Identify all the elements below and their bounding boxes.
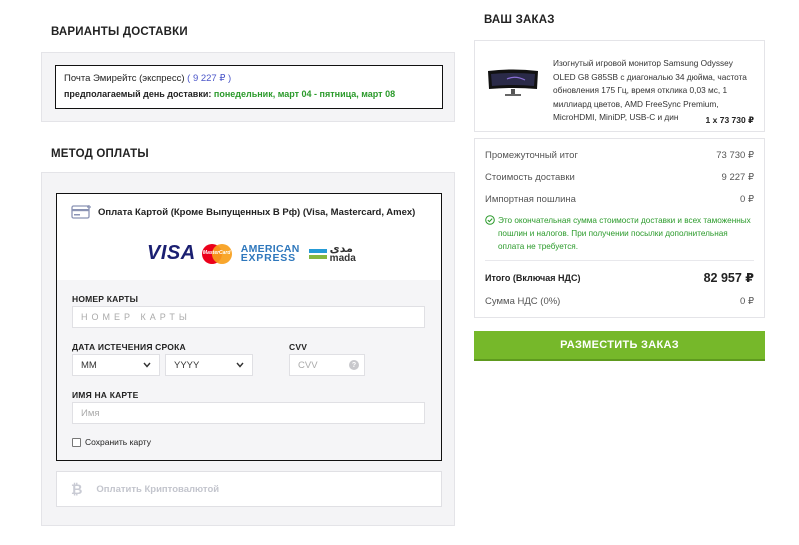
crypto-payment-option[interactable]: ₿ Оплатить Криптовалютой [56, 471, 442, 507]
subtotal-row: Промежуточный итог 73 730 ₽ [485, 150, 754, 161]
customs-notice: Это окончательная сумма стоимости достав… [485, 214, 754, 253]
duty-label: Импортная пошлина [485, 194, 576, 205]
expiry-year-select[interactable]: YYYY [165, 354, 253, 376]
bitcoin-icon: ₿ [71, 481, 83, 497]
vat-value: 0 ₽ [740, 296, 754, 307]
crypto-label: Оплатить Криптовалютой [96, 483, 220, 495]
total-row: Итого (Включая НДС) 82 957 ₽ [485, 270, 754, 285]
delivery-date-value: понедельник, март 04 - пятница, март 08 [213, 89, 396, 99]
card-option-header: Оплата Картой (Кроме Выпущенных В Рф) (V… [57, 194, 441, 280]
delivery-date-label: предполагаемый день доставки: [64, 89, 212, 99]
card-number-label: НОМЕР КАРТЫ [72, 294, 139, 304]
duty-row: Импортная пошлина 0 ₽ [485, 194, 754, 205]
mada-logo: مدى mada [308, 243, 356, 263]
product-qty-price: 1 x 73 730 ₽ [705, 115, 754, 125]
card-option-label: Оплата Картой (Кроме Выпущенных В Рф) (V… [98, 207, 416, 218]
order-product-card: Изогнутый игровой монитор Samsung Odysse… [474, 40, 765, 132]
cvv-input[interactable]: CVV ? [289, 354, 365, 376]
payment-logos: VISA MasterCard AMERICAN EXPRESS مدى mad… [147, 242, 356, 265]
shipping-value: 9 227 ₽ [721, 172, 754, 183]
customs-notice-text: Это окончательная сумма стоимости достав… [498, 216, 751, 251]
total-value: 82 957 ₽ [703, 271, 754, 285]
duty-value: 0 ₽ [740, 194, 754, 205]
card-name-input[interactable]: Имя [72, 402, 425, 424]
expiry-label: ДАТА ИСТЕЧЕНИЯ СРОКА [72, 342, 186, 352]
vat-label: Сумма НДС (0%) [485, 296, 561, 307]
save-card-row[interactable]: Сохранить карту [72, 437, 151, 447]
subtotal-label: Промежуточный итог [485, 150, 578, 161]
visa-logo: VISA [147, 242, 196, 264]
card-payment-option[interactable]: Оплата Картой (Кроме Выпущенных В Рф) (V… [56, 193, 442, 461]
delivery-heading: ВАРИАНТЫ ДОСТАВКИ [51, 26, 188, 38]
chevron-down-icon [143, 360, 151, 371]
chevron-down-icon [236, 360, 244, 371]
product-image[interactable] [485, 67, 541, 97]
delivery-date-line: предполагаемый день доставки: понедельни… [64, 89, 442, 99]
payment-panel: Оплата Картой (Кроме Выпущенных В Рф) (V… [41, 172, 455, 526]
card-number-input[interactable]: НОМЕР КАРТЫ [72, 306, 425, 328]
mastercard-logo: MasterCard [201, 243, 232, 264]
shipping-row: Стоимость доставки 9 227 ₽ [485, 172, 754, 183]
vat-row: Сумма НДС (0%) 0 ₽ [485, 296, 754, 307]
delivery-option[interactable]: Почта Эмирейтс (экспресс) ( 9 227 ₽ ) пр… [55, 65, 443, 109]
order-summary-card: Промежуточный итог 73 730 ₽ Стоимость до… [474, 138, 765, 318]
payment-heading: МЕТОД ОПЛАТЫ [51, 148, 149, 160]
delivery-option-name: Почта Эмирейтс (экспресс) [64, 73, 185, 84]
cvv-label: CVV [289, 342, 308, 352]
expiry-month-select[interactable]: MM [72, 354, 160, 376]
checkmark-circle-icon [485, 215, 495, 253]
total-label: Итого (Включая НДС) [485, 272, 581, 283]
amex-logo: AMERICAN EXPRESS [240, 242, 300, 264]
help-icon[interactable]: ? [349, 360, 359, 370]
card-form: НОМЕР КАРТЫ НОМЕР КАРТЫ ДАТА ИСТЕЧЕНИЯ С… [57, 280, 441, 460]
delivery-panel: Почта Эмирейтс (экспресс) ( 9 227 ₽ ) пр… [41, 52, 455, 122]
order-heading: ВАШ ЗАКАЗ [484, 14, 555, 26]
save-card-label: Сохранить карту [85, 437, 152, 447]
shipping-label: Стоимость доставки [485, 172, 575, 183]
save-card-checkbox[interactable] [72, 437, 81, 447]
delivery-option-line: Почта Эмирейтс (экспресс) ( 9 227 ₽ ) [64, 73, 442, 84]
summary-divider [485, 260, 754, 261]
credit-card-icon [71, 204, 93, 223]
subtotal-value: 73 730 ₽ [716, 150, 754, 161]
place-order-button[interactable]: РАЗМЕСТИТЬ ЗАКАЗ [474, 331, 765, 361]
card-name-label: ИМЯ НА КАРТЕ [72, 390, 139, 400]
delivery-option-price: ( 9 227 ₽ ) [187, 73, 232, 84]
